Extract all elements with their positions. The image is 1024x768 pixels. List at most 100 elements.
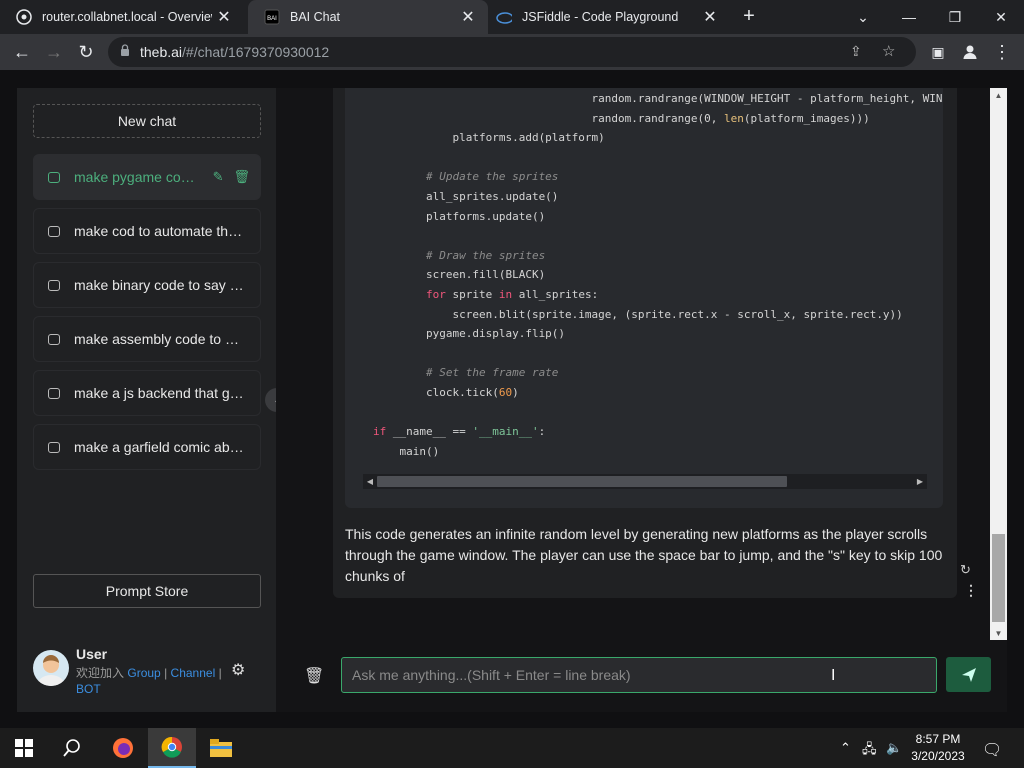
delete-icon[interactable]: 🗑 <box>233 169 250 185</box>
bot-link[interactable]: BOT <box>76 682 101 696</box>
browser-toolbar: ← → ↻ theb.ai/#/chat/1679370930012 ⇪ ☆ ▣… <box>0 34 1024 70</box>
bookmark-star-icon[interactable]: ☆ <box>882 42 895 60</box>
sidebar-chat-item[interactable]: make binary code to say h... <box>33 262 261 308</box>
scroll-up-icon[interactable]: ▲ <box>990 88 1007 102</box>
join-text: 欢迎加入 <box>76 666 125 680</box>
address-bar[interactable]: theb.ai/#/chat/1679370930012 ⇪ ☆ <box>108 37 916 67</box>
sidebar-chat-item[interactable]: make cod to automate the... <box>33 208 261 254</box>
profile-icon[interactable] <box>956 38 984 66</box>
tab-bai-chat[interactable]: BAI BAI Chat ✕ <box>248 0 488 34</box>
chat-input-bar: 🗑 I <box>276 640 1007 712</box>
sidebar-chat-item[interactable]: make pygame code... ✎ 🗑 <box>33 154 261 200</box>
scroll-down-icon[interactable]: ▼ <box>990 626 1007 640</box>
chat-area: random.randrange(WINDOW_HEIGHT - platfor… <box>276 88 990 640</box>
code-line: platforms.update() <box>373 209 546 223</box>
gear-icon[interactable]: ⚙ <box>231 660 245 680</box>
regenerate-icon[interactable]: ↻ <box>960 562 971 578</box>
channel-link[interactable]: Channel <box>171 666 216 680</box>
chrome-icon[interactable] <box>148 728 196 768</box>
more-options-icon[interactable]: ⋮ <box>964 582 978 599</box>
scroll-right-icon[interactable]: ▶ <box>913 474 927 489</box>
edit-icon[interactable]: ✎ <box>213 169 224 185</box>
user-links: 欢迎加入 Group | Channel | BOT <box>76 665 226 697</box>
share-icon[interactable]: ⇪ <box>850 43 862 60</box>
sidebar-chat-item[interactable]: make assembly code to ge... <box>33 316 261 362</box>
back-icon[interactable]: ← <box>8 38 36 66</box>
side-panel-icon[interactable]: ▣ <box>924 38 952 66</box>
notifications-icon[interactable]: 🗨 <box>982 740 1002 760</box>
tab-title: JSFiddle - Code Playground <box>522 10 679 24</box>
code-horizontal-scrollbar[interactable]: ◀ ▶ <box>363 474 927 489</box>
user-name: User <box>76 646 108 662</box>
volume-muted-icon[interactable]: 🔈 <box>886 740 902 756</box>
user-panel: User 欢迎加入 Group | Channel | BOT ⚙ <box>33 640 261 700</box>
code-line: if __name__ == '__main__': <box>373 425 546 439</box>
new-tab-button[interactable]: + <box>738 6 760 28</box>
chat-item-label: make binary code to say h... <box>74 277 250 293</box>
bai-icon: BAI <box>264 9 280 25</box>
restore-button[interactable]: ❐ <box>932 0 978 34</box>
reload-icon[interactable]: ↻ <box>72 38 100 66</box>
chat-item-label: make a garfield comic abo... <box>74 439 250 455</box>
sidebar: New chat make pygame code... ✎ 🗑 make co… <box>17 88 276 712</box>
message-text: This code generates an infinite random l… <box>345 526 943 584</box>
code-text: random.randrange(WINDOW_HEIGHT - platfor… <box>373 89 943 461</box>
lock-icon[interactable] <box>120 43 130 61</box>
close-tab-icon[interactable]: ✕ <box>698 7 722 27</box>
tab-title: router.collabnet.local - Overview <box>42 10 212 24</box>
prompt-store-button[interactable]: Prompt Store <box>33 574 261 608</box>
chat-bubble-icon <box>48 387 60 399</box>
browser-menu-icon[interactable]: ⋮ <box>988 38 1016 66</box>
chat-item-label: make assembly code to ge... <box>74 331 253 347</box>
firefox-icon[interactable] <box>99 728 147 768</box>
router-icon <box>16 9 32 25</box>
chat-bubble-icon <box>48 279 60 291</box>
code-block: random.randrange(WINDOW_HEIGHT - platfor… <box>345 88 943 508</box>
code-line: all_sprites.update() <box>373 189 559 203</box>
system-clock[interactable]: 8:57 PM 3/20/2023 <box>905 731 971 765</box>
tab-jsfiddle[interactable]: JSFiddle - Code Playground ✕ <box>480 0 730 34</box>
code-line: pygame.display.flip() <box>373 327 566 341</box>
scroll-left-icon[interactable]: ◀ <box>363 474 377 489</box>
scrollbar-thumb[interactable] <box>377 476 787 487</box>
search-icon[interactable] <box>48 728 96 768</box>
clock-date: 3/20/2023 <box>911 749 965 763</box>
sidebar-chat-item[interactable]: make a js backend that ge... <box>33 370 261 416</box>
link-separator: | <box>218 666 222 680</box>
scrollbar-thumb[interactable] <box>992 534 1005 622</box>
forward-icon[interactable]: → <box>40 38 68 66</box>
group-link[interactable]: Group <box>127 666 160 680</box>
page-vertical-scrollbar[interactable]: ▲ ▼ <box>990 88 1007 640</box>
sidebar-chat-item[interactable]: make a garfield comic abo... <box>33 424 261 470</box>
code-line: for sprite in all_sprites: <box>425 287 599 301</box>
code-line: # Update the sprites <box>373 170 559 184</box>
jsfiddle-icon <box>496 9 512 25</box>
send-icon <box>961 667 976 682</box>
tab-search-icon[interactable]: ⌄ <box>840 0 886 34</box>
code-line: # Draw the sprites <box>373 248 546 262</box>
network-icon[interactable]: 🖧 <box>862 740 877 762</box>
clear-chat-icon[interactable]: 🗑 <box>304 666 324 686</box>
code-line: platforms.add(platform) <box>373 131 605 145</box>
close-window-button[interactable]: ✕ <box>978 0 1024 34</box>
chat-bubble-icon <box>48 333 60 345</box>
close-tab-icon[interactable]: ✕ <box>456 7 480 27</box>
file-explorer-icon[interactable] <box>197 728 245 768</box>
text-cursor-icon: I <box>831 667 836 684</box>
minimize-button[interactable]: — <box>886 0 932 34</box>
chat-input[interactable] <box>341 657 937 693</box>
close-tab-icon[interactable]: ✕ <box>212 7 236 27</box>
page: New chat make pygame code... ✎ 🗑 make co… <box>0 70 1024 728</box>
show-hidden-icons-icon[interactable]: ⌃ <box>840 740 851 756</box>
tab-router[interactable]: router.collabnet.local - Overview ✕ <box>0 0 244 34</box>
avatar[interactable] <box>33 650 69 686</box>
new-chat-button[interactable]: New chat <box>33 104 261 138</box>
send-button[interactable] <box>946 657 991 692</box>
tab-title: BAI Chat <box>290 10 341 24</box>
windows-start-icon[interactable] <box>0 728 48 768</box>
chat-item-label: make a js backend that ge... <box>74 385 250 401</box>
code-line: # Set the frame rate <box>373 366 559 380</box>
